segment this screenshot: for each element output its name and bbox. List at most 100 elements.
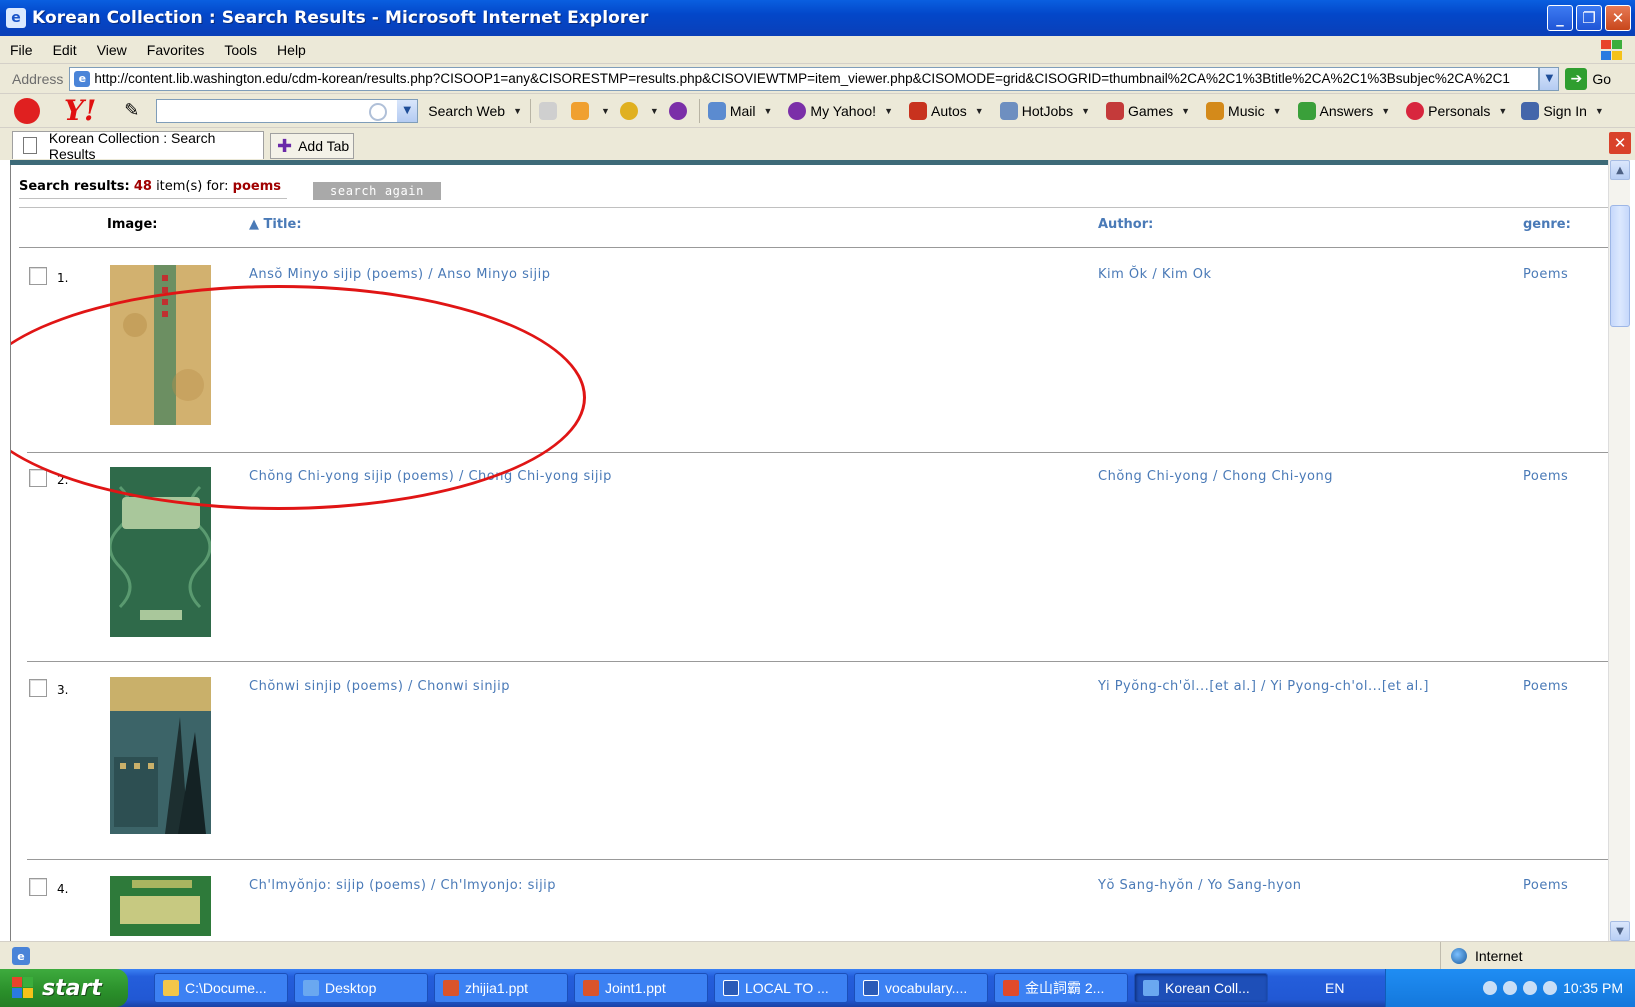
hotjobs-button[interactable]: HotJobs ▼ xyxy=(999,101,1090,120)
minimize-button[interactable]: _ xyxy=(1547,5,1573,31)
sign-in-button[interactable]: Sign In ▼ xyxy=(1521,101,1604,120)
book-cover-thumbnail[interactable] xyxy=(110,876,211,936)
item-genre-link[interactable]: Poems xyxy=(1523,878,1568,893)
chevron-down-icon[interactable]: ▼ xyxy=(1081,106,1090,116)
taskbar-item[interactable]: Desktop xyxy=(294,973,428,1003)
row-checkbox[interactable] xyxy=(29,267,47,285)
item-genre-link[interactable]: Poems xyxy=(1523,267,1568,282)
my-yahoo-button[interactable]: My Yahoo! ▼ xyxy=(788,101,893,120)
item-genre-link[interactable]: Poems xyxy=(1523,679,1568,694)
autos-button[interactable]: Autos ▼ xyxy=(908,101,984,120)
yahoo-mail-button[interactable]: Mail ▼ xyxy=(707,101,773,120)
taskbar-item[interactable]: 金山詞霸 2... xyxy=(994,973,1128,1003)
pencil-icon[interactable]: ✎ xyxy=(124,100,146,121)
divider xyxy=(19,247,1608,248)
taskbar-item[interactable]: LOCAL TO ... xyxy=(714,973,848,1003)
games-label: Games xyxy=(1128,102,1174,119)
popup-blocker-button[interactable]: ▼ xyxy=(570,101,610,120)
scroll-thumb[interactable] xyxy=(1610,205,1630,327)
yahoo-logo[interactable]: Y! xyxy=(64,94,96,127)
network-icon[interactable] xyxy=(1503,981,1518,995)
column-header-title[interactable]: ▲ Title: xyxy=(249,217,302,232)
go-button[interactable]: Go xyxy=(1592,71,1611,87)
chevron-down-icon[interactable]: ▼ xyxy=(1273,106,1282,116)
taskbar: start C:\Docume... Desktop zhijia1.ppt J… xyxy=(0,969,1635,1007)
games-button[interactable]: Games ▼ xyxy=(1106,101,1190,120)
taskbar-item-active[interactable]: Korean Coll... xyxy=(1134,973,1268,1003)
row-checkbox[interactable] xyxy=(29,679,47,697)
search-web-button[interactable]: Search Web ▼ xyxy=(428,103,522,119)
answers-label: Answers xyxy=(1319,102,1374,119)
highlight-button[interactable] xyxy=(538,101,561,120)
menu-view[interactable]: View xyxy=(97,42,127,58)
column-header-genre[interactable]: genre: xyxy=(1523,217,1571,232)
item-title-link[interactable]: Chŏnwi sinjip (poems) / Chonwi sinjip xyxy=(249,679,510,694)
personals-button[interactable]: Personals ▼ xyxy=(1406,101,1507,120)
scroll-down-arrow-icon[interactable]: ▼ xyxy=(1610,921,1630,941)
antispy-button[interactable]: ▼ xyxy=(619,101,659,120)
row-checkbox[interactable] xyxy=(29,878,47,896)
address-dropdown-button[interactable]: ▼ xyxy=(1539,66,1560,91)
chevron-down-icon[interactable]: ▼ xyxy=(650,106,659,116)
volume-icon[interactable] xyxy=(1523,981,1538,995)
search-again-button[interactable]: search again xyxy=(313,182,441,200)
chevron-down-icon[interactable]: ▼ xyxy=(1498,106,1507,116)
page-icon xyxy=(23,137,37,154)
item-author-link[interactable]: Yi Pyŏng-ch'ŏl...[et al.] / Yi Pyong-ch'… xyxy=(1098,679,1429,694)
book-cover-thumbnail[interactable] xyxy=(110,467,211,637)
item-title-link[interactable]: Chŏng Chi-yong sijip (poems) / Chong Chi… xyxy=(249,469,612,484)
chevron-down-icon[interactable]: ▼ xyxy=(764,106,773,116)
window-controls: _ ❐ ✕ xyxy=(1547,5,1631,31)
column-header-author[interactable]: Author: xyxy=(1098,217,1153,232)
taskbar-item[interactable]: vocabulary.... xyxy=(854,973,988,1003)
taskbar-item[interactable]: zhijia1.ppt xyxy=(434,973,568,1003)
item-title-link[interactable]: Ch'lmyŏnjo: sijip (poems) / Ch'lmyonjo: … xyxy=(249,878,556,893)
close-tab-icon[interactable]: ✕ xyxy=(1609,132,1631,154)
search-dropdown-icon[interactable]: ▼ xyxy=(397,99,418,122)
row-checkbox[interactable] xyxy=(29,469,47,487)
menu-help[interactable]: Help xyxy=(277,42,306,58)
tab-korean-collection[interactable]: Korean Collection : Search Results xyxy=(12,130,264,162)
chevron-down-icon[interactable]: ▼ xyxy=(601,106,610,116)
book-cover-thumbnail[interactable] xyxy=(110,677,211,834)
item-author-link[interactable]: Chŏng Chi-yong / Chong Chi-yong xyxy=(1098,469,1333,484)
sign-in-icon xyxy=(1521,101,1540,120)
yahoo-menu-icon[interactable] xyxy=(14,97,40,124)
music-button[interactable]: Music ▼ xyxy=(1206,101,1282,120)
chevron-down-icon[interactable]: ▼ xyxy=(884,106,893,116)
start-button[interactable]: start xyxy=(0,969,128,1007)
go-arrow-icon[interactable]: ➔ xyxy=(1565,67,1588,90)
tray-arrow-icon[interactable] xyxy=(1483,981,1498,995)
chevron-down-icon[interactable]: ▼ xyxy=(975,106,984,116)
item-title-link[interactable]: Ansŏ Minyo sijip (poems) / Anso Minyo si… xyxy=(249,267,550,282)
chevron-down-icon[interactable]: ▼ xyxy=(1381,106,1390,116)
row-divider xyxy=(27,661,1608,662)
taskbar-item[interactable]: Joint1.ppt xyxy=(574,973,708,1003)
taskbar-item[interactable]: C:\Docume... xyxy=(154,973,288,1003)
language-indicator[interactable]: EN xyxy=(1325,980,1344,996)
menu-edit[interactable]: Edit xyxy=(53,42,77,58)
address-input[interactable]: e http://content.lib.washington.edu/cdm-… xyxy=(69,66,1540,91)
chevron-down-icon[interactable]: ▼ xyxy=(1181,106,1190,116)
window-title: Korean Collection : Search Results - Mic… xyxy=(32,8,649,28)
wireless-icon[interactable] xyxy=(1543,981,1558,995)
tab-bar: Korean Collection : Search Results ✚ Add… xyxy=(0,128,1635,162)
menu-favorites[interactable]: Favorites xyxy=(147,42,205,58)
yahoo-search-input[interactable]: ▼ xyxy=(156,98,419,123)
item-genre-link[interactable]: Poems xyxy=(1523,469,1568,484)
menu-file[interactable]: File xyxy=(10,42,33,58)
scroll-up-arrow-icon[interactable]: ▲ xyxy=(1610,160,1630,180)
messenger-button[interactable] xyxy=(668,101,691,120)
book-cover-thumbnail[interactable] xyxy=(110,265,211,425)
answers-button[interactable]: Answers ▼ xyxy=(1297,101,1390,120)
item-author-link[interactable]: Yŏ Sang-hyŏn / Yo Sang-hyon xyxy=(1098,878,1302,893)
item-author-link[interactable]: Kim Ŏk / Kim Ok xyxy=(1098,267,1212,282)
menu-tools[interactable]: Tools xyxy=(224,42,257,58)
chevron-down-icon[interactable]: ▼ xyxy=(513,106,522,116)
maximize-button[interactable]: ❐ xyxy=(1576,5,1602,31)
chevron-down-icon[interactable]: ▼ xyxy=(1595,106,1604,116)
add-tab-button[interactable]: ✚ Add Tab xyxy=(270,133,354,159)
taskbar-item-label: 金山詞霸 2... xyxy=(1025,980,1105,996)
close-button[interactable]: ✕ xyxy=(1605,5,1631,31)
vertical-scrollbar[interactable]: ▲ ▼ xyxy=(1608,160,1630,941)
